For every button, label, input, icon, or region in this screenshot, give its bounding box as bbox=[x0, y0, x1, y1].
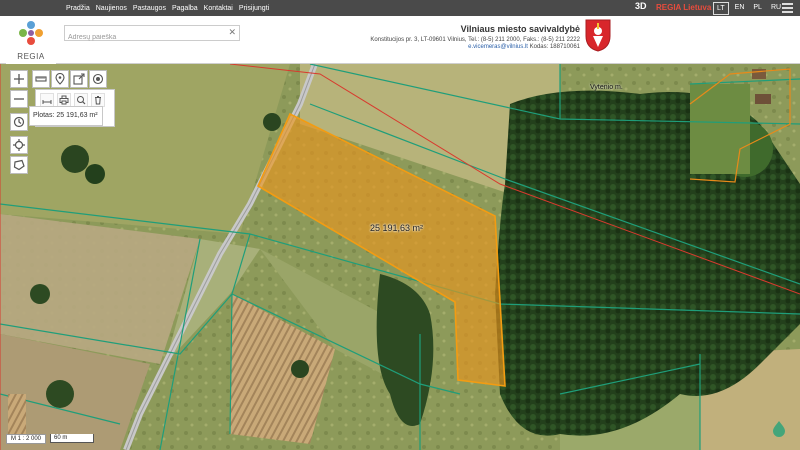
3d-mode-button[interactable]: 3D bbox=[635, 1, 647, 11]
measure-result: Plotas: 25 191,63 m² bbox=[29, 106, 103, 126]
regia-brand-link[interactable]: REGIA Lietuva bbox=[656, 3, 711, 12]
app-window: Pradžia Naujienos Pastaugos Pagalba Kont… bbox=[0, 0, 800, 450]
history-button[interactable] bbox=[10, 113, 28, 131]
top-nav-bar: Pradžia Naujienos Pastaugos Pagalba Kont… bbox=[0, 0, 800, 16]
lang-lt-button[interactable]: LT bbox=[713, 2, 729, 15]
nav-item-services[interactable]: Pastaugos bbox=[133, 5, 166, 12]
header: REGIA ✕ Vilniaus miesto savivaldybė Kons… bbox=[0, 16, 800, 64]
nav-item-contacts[interactable]: Kontaktai bbox=[204, 5, 233, 12]
zoom-out-button[interactable] bbox=[10, 90, 28, 108]
trash-icon bbox=[95, 96, 101, 105]
address-search-input[interactable] bbox=[65, 30, 225, 45]
parcel-area-label: 25 191,63 m² bbox=[370, 223, 424, 233]
pin-button[interactable] bbox=[51, 70, 69, 88]
delete-measure-button[interactable] bbox=[91, 93, 105, 107]
zoom-in-icon bbox=[14, 74, 24, 84]
zoom-out-icon bbox=[14, 98, 24, 100]
zoom-in-button[interactable] bbox=[10, 70, 28, 88]
nav-item-home[interactable]: Pradžia bbox=[66, 5, 90, 12]
address-search: ✕ bbox=[64, 25, 240, 45]
regia-logo-icon bbox=[19, 21, 43, 45]
measure-line-button[interactable] bbox=[40, 93, 54, 107]
nav-item-login[interactable]: Prisijungti bbox=[239, 5, 269, 12]
language-switcher: LT EN PL RU bbox=[713, 2, 784, 15]
polygon-tool-button[interactable] bbox=[10, 156, 28, 174]
map-layers-icon[interactable] bbox=[772, 420, 786, 438]
vilnius-coat-of-arms-icon bbox=[585, 19, 611, 52]
locate-icon bbox=[13, 139, 25, 151]
main-nav: Pradžia Naujienos Pastaugos Pagalba Kont… bbox=[66, 0, 269, 16]
locate-button[interactable] bbox=[10, 136, 28, 154]
ruler-icon bbox=[35, 76, 47, 82]
search-area-button[interactable] bbox=[74, 93, 88, 107]
municipality-code: Kodas: 188710061 bbox=[529, 44, 580, 50]
share-button[interactable] bbox=[70, 70, 88, 88]
share-icon bbox=[73, 73, 85, 85]
municipality-address: Konstitucijos pr. 3, LT-09601 Vilnius, T… bbox=[370, 37, 580, 43]
municipality-contact: e.vicemeras@vilnius.lt Kodas: 188710061 bbox=[320, 44, 580, 50]
scale-bar: 60 m bbox=[50, 434, 95, 443]
municipality-info: Vilniaus miesto savivaldybė Konstitucijo… bbox=[320, 24, 580, 50]
ruler-button[interactable] bbox=[32, 70, 50, 88]
print-icon bbox=[59, 95, 69, 105]
polygon-icon bbox=[13, 159, 25, 171]
nav-item-help[interactable]: Pagalba bbox=[172, 5, 198, 12]
lang-pl-button[interactable]: PL bbox=[750, 2, 765, 15]
hamburger-menu-icon[interactable] bbox=[782, 3, 793, 13]
orthophoto-map[interactable] bbox=[0, 64, 800, 450]
measure-line-icon bbox=[42, 100, 52, 104]
search-area-icon bbox=[77, 96, 86, 105]
history-icon bbox=[13, 116, 25, 128]
logo-text: REGIA bbox=[17, 52, 45, 61]
road-name-label: Vytenio m. bbox=[590, 84, 623, 91]
map-scale: M 1 : 2 000 60 m bbox=[6, 434, 95, 444]
record-icon bbox=[92, 73, 104, 85]
regia-logo[interactable]: REGIA bbox=[6, 16, 56, 64]
print-button[interactable] bbox=[57, 93, 71, 107]
clear-search-icon[interactable]: ✕ bbox=[228, 27, 236, 38]
lang-en-button[interactable]: EN bbox=[732, 2, 748, 15]
map-view[interactable]: Vytenio m. 25 191,63 m² Plotas: 25 191,6… bbox=[0, 64, 800, 450]
municipality-name: Vilniaus miesto savivaldybė bbox=[460, 24, 580, 34]
municipality-email-link[interactable]: e.vicemeras@vilnius.lt bbox=[468, 44, 528, 50]
record-button[interactable] bbox=[89, 70, 107, 88]
pin-icon bbox=[55, 73, 65, 85]
scale-ratio[interactable]: M 1 : 2 000 bbox=[6, 434, 47, 444]
nav-item-news[interactable]: Naujienos bbox=[96, 5, 127, 12]
